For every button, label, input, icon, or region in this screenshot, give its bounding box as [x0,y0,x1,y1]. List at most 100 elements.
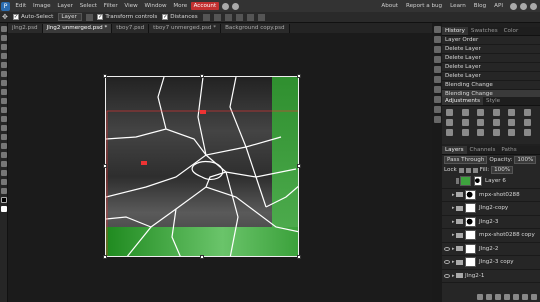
visibility-toggle-icon[interactable] [444,260,450,265]
visibility-toggle-icon[interactable] [444,220,450,224]
layer-group-row[interactable]: ▸ Jlng2-3 copy [442,256,540,270]
history-row[interactable]: Layer Order [442,36,540,45]
app-logo-icon[interactable]: P [1,1,10,11]
visibility-toggle-icon[interactable] [444,233,450,237]
facebook-icon[interactable] [530,2,537,10]
lock-position-icon[interactable] [465,167,471,173]
marquee-tool-icon[interactable] [1,35,7,41]
fullscreen-icon[interactable] [232,2,240,10]
api-link[interactable]: API [490,3,507,9]
layer-effects-icon[interactable] [486,294,492,300]
new-group-icon[interactable] [513,294,519,300]
layer-group-row[interactable]: ▸ Jlng2-1 [442,270,540,283]
posterize-icon[interactable] [523,119,531,126]
history-row[interactable]: Delete Layer [442,72,540,81]
pen-tool-icon[interactable] [1,143,7,149]
tab-tboy7[interactable]: tboy7.psd [112,24,150,33]
zoom-tool-icon[interactable] [1,188,7,194]
align-right-icon[interactable] [224,13,232,21]
brush-tool-icon[interactable] [1,89,7,95]
distances-checkbox[interactable]: ✓ [162,14,169,20]
menu-edit[interactable]: Edit [12,3,30,9]
selective-color-icon[interactable] [477,129,484,136]
align-middle-icon[interactable] [246,13,254,21]
crop-tool-icon[interactable] [1,62,7,68]
transform-handle-tl[interactable] [103,74,107,78]
link-layers-icon[interactable] [477,294,483,300]
dodge-tool-icon[interactable] [1,134,7,140]
gradient-map-icon[interactable] [461,129,469,136]
history-row[interactable]: Delete Layer [442,45,540,54]
move-tool-icon[interactable] [1,26,7,32]
menu-window[interactable]: Window [141,3,170,9]
replace-color-icon[interactable] [492,129,500,136]
menu-image[interactable]: Image [30,3,54,9]
history-row[interactable]: Delete Layer [442,54,540,63]
exposure-icon[interactable] [492,109,500,116]
fill-input[interactable]: 100% [491,166,514,174]
auto-select-checkbox[interactable]: ✓ [13,14,19,20]
search-icon[interactable] [222,2,230,10]
tab-tboy7-unmerged[interactable]: tboy7 unmerged.psd * [149,24,222,33]
color-balance-icon[interactable] [446,119,453,126]
levels-icon[interactable] [461,109,469,116]
tab-paths[interactable]: Paths [498,146,519,154]
layer-group-row[interactable]: ▸ mpx-shot0288 [442,189,540,202]
layer-group-row[interactable]: ▸ Jlng2-2 [442,243,540,256]
transform-handle-ml[interactable] [103,164,107,168]
lock-pixels-icon[interactable] [458,167,464,173]
layer-row[interactable]: Layer 6 [442,175,540,189]
layer-group-row[interactable]: ▸ Jlng2-copy [442,202,540,216]
transform-controls-checkbox[interactable]: ✓ [97,14,104,20]
visibility-toggle-icon[interactable] [444,193,450,197]
menu-view[interactable]: View [121,3,141,9]
twitter-icon[interactable] [520,2,527,10]
properties-panel-icon[interactable] [433,56,441,63]
fill-tool-icon[interactable] [1,116,7,122]
reddit-icon[interactable] [510,2,517,10]
transform-handle-mr[interactable] [297,164,301,168]
image-panel-icon[interactable] [433,106,441,113]
distances-option[interactable]: ✓ Distances [162,14,198,20]
foreground-color-swatch[interactable] [1,197,7,203]
blend-mode-dropdown[interactable]: Pass Through [444,156,488,164]
menu-more[interactable]: More [170,3,191,9]
clone-stamp-tool-icon[interactable] [1,98,7,104]
add-mask-icon[interactable] [504,294,510,300]
auto-select-option[interactable]: ✓ Auto-Select [13,14,53,20]
transform-handle-br[interactable] [297,255,301,259]
lock-all-icon[interactable] [472,167,478,173]
paragraph-panel-icon[interactable] [433,86,441,93]
align-left-icon[interactable] [202,13,210,21]
info-panel-icon[interactable] [433,46,441,53]
css-panel-icon[interactable] [433,96,441,103]
magic-wand-tool-icon[interactable] [1,53,7,59]
tab-swatches[interactable]: Swatches [468,27,501,35]
align-top-icon[interactable] [235,13,243,21]
canvas-area[interactable] [8,33,432,302]
transform-handle-tm[interactable] [200,74,204,78]
blog-link[interactable]: Blog [470,3,490,9]
path-select-tool-icon[interactable] [1,161,7,167]
layer-group-row[interactable]: ▸ mpx-shot0288 copy [442,229,540,243]
vibrance-icon[interactable] [508,109,515,116]
auto-select-target-dropdown[interactable]: Layer [58,13,83,21]
menu-layer[interactable]: Layer [54,3,76,9]
transform-controls-option[interactable]: ✓ Transform controls [97,14,157,20]
tab-jlng2-unmerged[interactable]: Jlng2 unmerged.psd * [42,24,113,33]
document-canvas[interactable] [105,76,299,257]
menu-filter[interactable]: Filter [100,3,121,9]
swatches-panel-icon[interactable] [433,36,441,43]
history-row[interactable]: Blending Change [442,81,540,90]
tab-channels[interactable]: Channels [467,146,499,154]
photo-filter-icon[interactable] [477,119,484,126]
tab-style[interactable]: Style [483,97,503,105]
tab-jlng2[interactable]: jlng2.psd [8,24,43,33]
eyedropper-tool-icon[interactable] [1,71,7,77]
shape-tool-icon[interactable] [1,170,7,176]
healing-tool-icon[interactable] [1,80,7,86]
settings-panel-icon[interactable] [433,116,441,123]
threshold-icon[interactable] [446,129,453,136]
tab-background-copy[interactable]: Background copy.psd [221,24,290,33]
visibility-toggle-icon[interactable] [444,273,450,278]
